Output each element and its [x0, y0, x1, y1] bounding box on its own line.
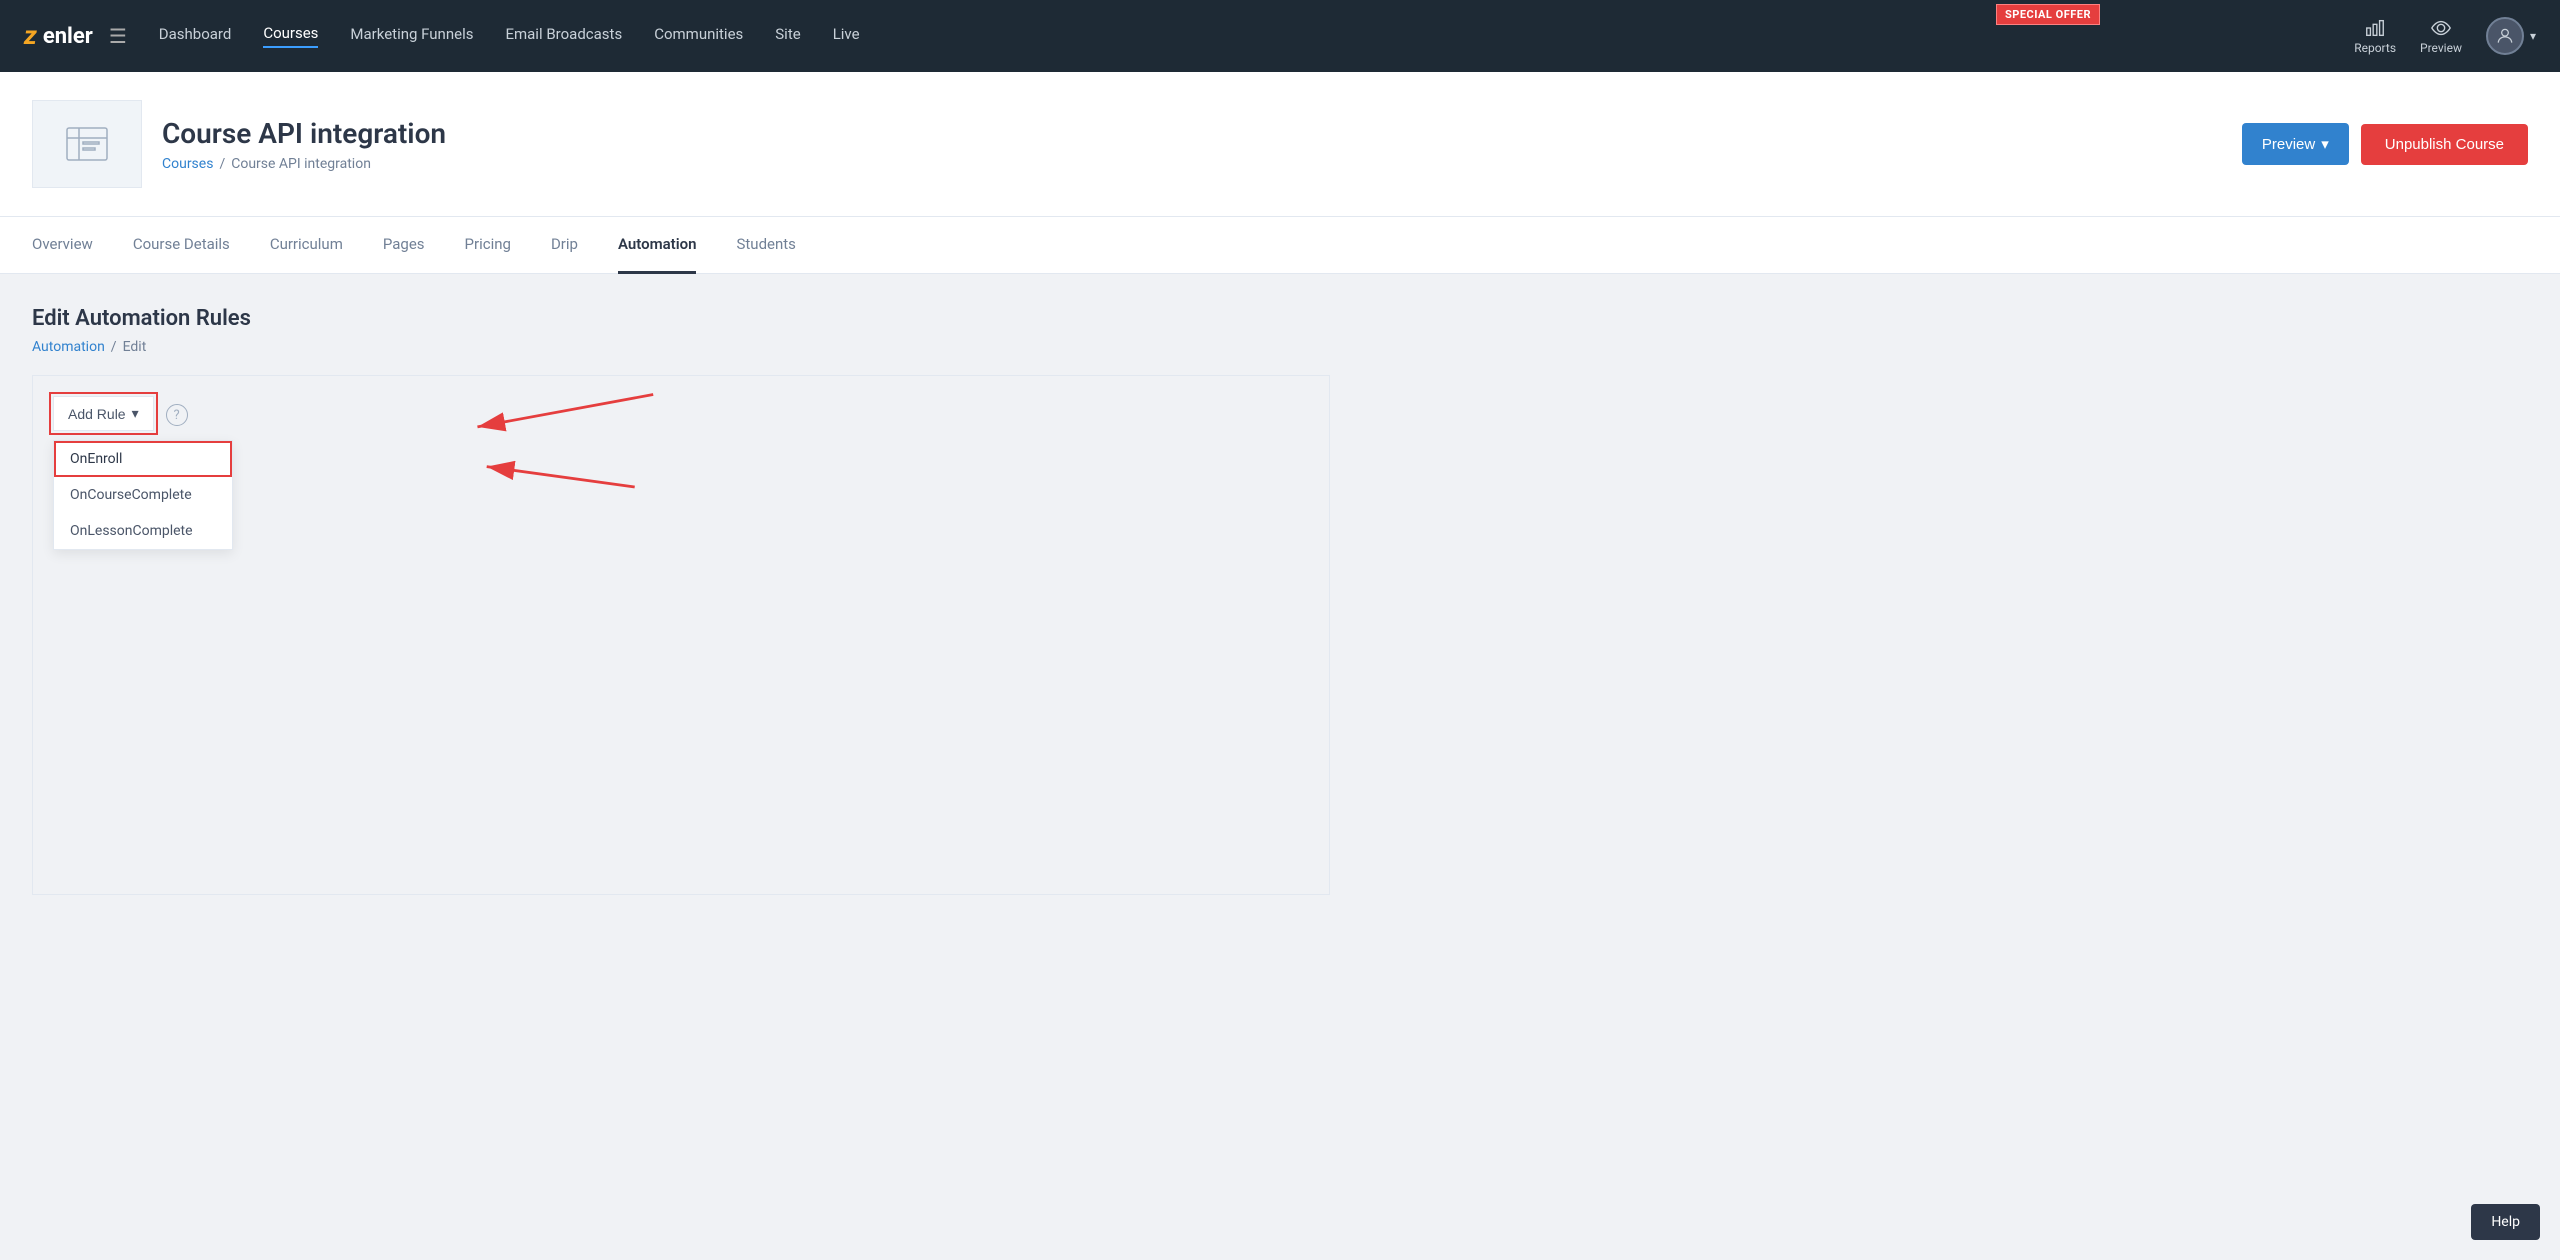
unpublish-button[interactable]: Unpublish Course [2361, 124, 2528, 165]
nav-site[interactable]: Site [775, 25, 800, 47]
tab-pages[interactable]: Pages [383, 217, 425, 274]
reports-icon [2364, 17, 2386, 39]
course-title-area: Course API integration Courses / Course … [162, 117, 446, 172]
course-thumbnail [32, 100, 142, 188]
section-title: Edit Automation Rules [32, 306, 2528, 331]
dropdown-on-enroll[interactable]: OnEnroll [54, 441, 232, 477]
reports-icon-group[interactable]: Reports [2354, 17, 2396, 55]
course-header-left: Course API integration Courses / Course … [32, 100, 446, 188]
nav-email-broadcasts[interactable]: Email Broadcasts [505, 25, 622, 47]
tab-curriculum[interactable]: Curriculum [270, 217, 343, 274]
automation-area: Add Rule ▾ ? OnEnroll OnCourseComplete O… [32, 375, 1330, 895]
dropdown-on-lesson-complete[interactable]: OnLessonComplete [54, 513, 232, 549]
top-navigation: zenler ☰ Dashboard Courses Marketing Fun… [0, 0, 2560, 72]
section-breadcrumb-edit: Edit [123, 339, 147, 355]
preview-button[interactable]: Preview ▾ [2242, 123, 2349, 165]
automation-breadcrumb-link[interactable]: Automation [32, 339, 105, 355]
preview-icon-group[interactable]: Preview [2420, 17, 2462, 55]
avatar [2486, 17, 2524, 55]
add-rule-label: Add Rule [68, 406, 126, 422]
preview-nav-label: Preview [2420, 41, 2462, 55]
breadcrumb-current: Course API integration [231, 156, 371, 172]
preview-dropdown-icon: ▾ [2321, 135, 2329, 153]
avatar-area[interactable]: ▾ [2486, 17, 2536, 55]
nav-courses[interactable]: Courses [263, 24, 318, 48]
help-circle-icon[interactable]: ? [166, 404, 188, 426]
tab-automation[interactable]: Automation [618, 217, 697, 274]
nav-links: Dashboard Courses Marketing Funnels Emai… [159, 24, 2354, 48]
logo-name: enler [43, 24, 93, 49]
avatar-chevron-icon: ▾ [2530, 29, 2536, 43]
section-breadcrumb-sep: / [111, 339, 117, 355]
tab-pricing[interactable]: Pricing [465, 217, 511, 274]
add-rule-dropdown: OnEnroll OnCourseComplete OnLessonComple… [53, 440, 233, 550]
add-rule-button[interactable]: Add Rule ▾ [53, 396, 154, 431]
add-rule-chevron-icon: ▾ [132, 405, 139, 422]
main-content: Edit Automation Rules Automation / Edit … [0, 274, 2560, 927]
tab-overview[interactable]: Overview [32, 217, 93, 274]
dropdown-on-course-complete[interactable]: OnCourseComplete [54, 477, 232, 513]
reports-label: Reports [2354, 41, 2396, 55]
breadcrumb-sep1: / [219, 156, 225, 172]
nav-communities[interactable]: Communities [654, 25, 743, 47]
course-header: Course API integration Courses / Course … [0, 72, 2560, 217]
tabs-bar: Overview Course Details Curriculum Pages… [0, 217, 2560, 274]
logo-letter: z [24, 21, 37, 51]
course-header-right: Preview ▾ Unpublish Course [2242, 123, 2528, 165]
tab-course-details[interactable]: Course Details [133, 217, 230, 274]
nav-right: Reports Preview ▾ [2354, 17, 2536, 55]
nav-dashboard[interactable]: Dashboard [159, 25, 232, 47]
course-title: Course API integration [162, 117, 446, 150]
add-rule-container: Add Rule ▾ ? OnEnroll OnCourseComplete O… [53, 396, 188, 431]
tab-drip[interactable]: Drip [551, 217, 578, 274]
special-offer-badge[interactable]: SPECIAL OFFER [1996, 4, 2100, 25]
help-button[interactable]: Help [2471, 1204, 2540, 1240]
tab-students[interactable]: Students [736, 217, 795, 274]
preview-icon [2430, 17, 2452, 39]
logo-area: zenler ☰ [24, 21, 127, 51]
course-breadcrumb: Courses / Course API integration [162, 156, 446, 172]
hamburger-menu-icon[interactable]: ☰ [109, 24, 127, 48]
logo[interactable]: zenler [24, 21, 93, 51]
nav-live[interactable]: Live [833, 25, 860, 47]
section-breadcrumb: Automation / Edit [32, 339, 2528, 355]
breadcrumb-courses-link[interactable]: Courses [162, 156, 213, 172]
nav-marketing-funnels[interactable]: Marketing Funnels [350, 25, 473, 47]
